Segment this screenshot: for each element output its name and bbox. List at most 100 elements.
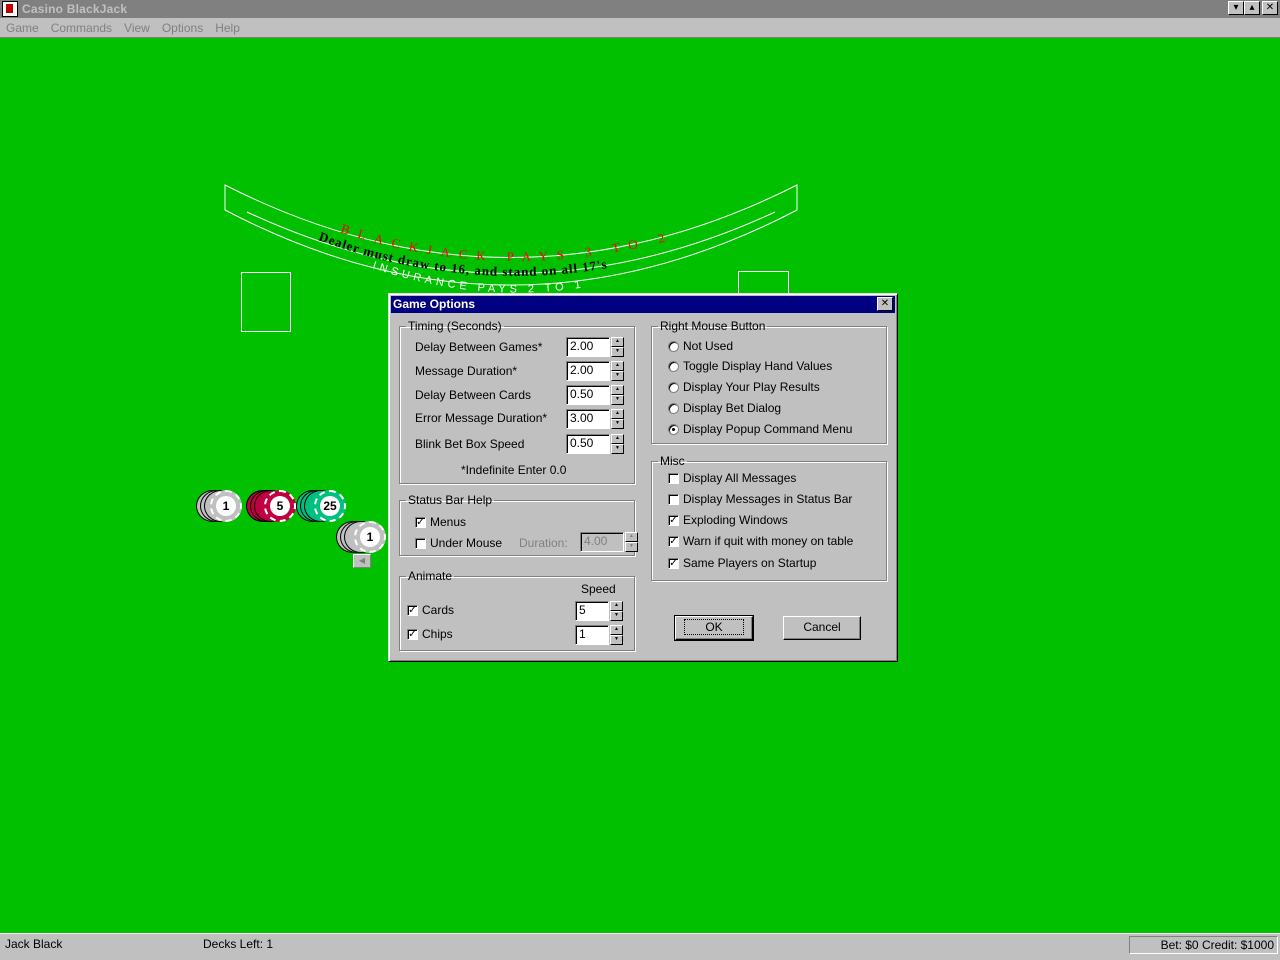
chips-label: Chips xyxy=(422,627,453,641)
minimize-button[interactable]: ▾ xyxy=(1228,1,1244,15)
chip-stack-bet[interactable]: 1 xyxy=(336,521,386,553)
title-bar: Casino BlackJack ▾ ▴ ✕ xyxy=(0,0,1280,18)
menu-help[interactable]: Help xyxy=(209,21,246,35)
menu-commands[interactable]: Commands xyxy=(45,21,118,35)
spin-down-icon[interactable]: ▼ xyxy=(610,635,623,645)
spin-down-icon[interactable]: ▼ xyxy=(611,347,624,357)
misc-display-all-messages[interactable]: Display All Messages xyxy=(668,471,796,485)
chip-stack-5[interactable]: 5 xyxy=(246,490,296,522)
menus-checkbox[interactable]: ✓ xyxy=(415,516,426,528)
under-mouse-checkbox-row[interactable]: Under Mouse xyxy=(415,536,502,550)
radio-popup-command-menu[interactable]: Display Popup Command Menu xyxy=(668,422,852,436)
radio-not-used[interactable]: Not Used xyxy=(668,339,733,353)
spin-up-icon[interactable]: ▲ xyxy=(611,337,624,347)
delay-between-games-spinner[interactable]: 2.00 ▲ ▼ xyxy=(566,337,624,357)
radio-button[interactable] xyxy=(668,381,679,393)
menu-game[interactable]: Game xyxy=(0,21,45,35)
spinner-value[interactable]: 3.00 xyxy=(566,409,610,429)
menus-checkbox-row[interactable]: ✓ Menus xyxy=(415,515,466,529)
spin-up-icon[interactable]: ▲ xyxy=(610,625,623,635)
chip-stack-25[interactable]: 25 xyxy=(296,490,346,522)
chip: 1 xyxy=(210,490,242,522)
dialog-title-bar: Game Options ✕ xyxy=(391,296,895,313)
radio-toggle-hand-values[interactable]: Toggle Display Hand Values xyxy=(668,359,832,373)
spinner-arrows: ▲ ▼ xyxy=(611,434,624,454)
speed-header-text: Speed xyxy=(581,582,616,596)
timing-label-games: Delay Between Games* xyxy=(415,340,542,354)
player-name: Jack Black xyxy=(5,937,63,951)
cancel-label: Cancel xyxy=(803,620,841,634)
chips-speed-spinner[interactable]: 1 ▲ ▼ xyxy=(575,625,623,645)
ok-button[interactable]: OK xyxy=(674,615,754,641)
delay-between-cards-spinner[interactable]: 0.50 ▲ ▼ xyxy=(566,385,624,405)
spinner-value[interactable]: 0.50 xyxy=(566,385,610,405)
spin-down-icon[interactable]: ▼ xyxy=(610,611,623,621)
checkbox[interactable]: ✓ xyxy=(668,557,679,569)
radio-button[interactable] xyxy=(668,360,679,372)
cards-checkbox[interactable]: ✓ xyxy=(407,604,418,616)
menu-view[interactable]: View xyxy=(118,21,156,35)
duration-label-text: Duration: xyxy=(519,536,568,550)
checkbox[interactable] xyxy=(668,472,679,484)
chips-checkbox-row[interactable]: ✓ Chips xyxy=(407,627,453,641)
spinner-value[interactable]: 1 xyxy=(575,625,609,645)
spin-down-icon[interactable]: ▼ xyxy=(611,371,624,381)
spinner-arrows: ▲ ▼ xyxy=(611,361,624,381)
misc-legend: Misc xyxy=(660,454,685,468)
checkbox[interactable]: ✓ xyxy=(668,535,679,547)
spinner-value[interactable]: 5 xyxy=(575,601,609,621)
radio-button[interactable] xyxy=(668,340,679,352)
spin-up-icon[interactable]: ▲ xyxy=(610,601,623,611)
chip-value: 1 xyxy=(216,496,236,516)
radio-label: Display Bet Dialog xyxy=(683,401,782,415)
checkbox-label: Exploding Windows xyxy=(683,513,788,527)
radio-play-results[interactable]: Display Your Play Results xyxy=(668,380,820,394)
radio-label: Toggle Display Hand Values xyxy=(683,359,833,373)
spin-up-icon[interactable]: ▲ xyxy=(611,361,624,371)
chip: 5 xyxy=(264,490,296,522)
misc-exploding-windows[interactable]: ✓ Exploding Windows xyxy=(668,513,788,527)
radio-button[interactable] xyxy=(668,423,679,435)
close-window-button[interactable]: ✕ xyxy=(1262,1,1278,15)
checkbox[interactable]: ✓ xyxy=(668,514,679,526)
radio-bet-dialog[interactable]: Display Bet Dialog xyxy=(668,401,781,415)
chip-stack-1[interactable]: 1 xyxy=(196,490,246,522)
restore-button[interactable]: ▴ xyxy=(1244,1,1260,15)
message-duration-spinner[interactable]: 2.00 ▲ ▼ xyxy=(566,361,624,381)
chips-checkbox[interactable]: ✓ xyxy=(407,628,418,640)
checkbox-label: Display Messages in Status Bar xyxy=(683,492,853,506)
status-duration-spinner: 4.00 ▲ ▼ xyxy=(580,532,638,552)
cards-checkbox-row[interactable]: ✓ Cards xyxy=(407,603,454,617)
spin-down-icon[interactable]: ▼ xyxy=(611,395,624,405)
app-icon[interactable] xyxy=(2,1,18,17)
spin-down-icon[interactable]: ▼ xyxy=(611,444,624,454)
dialog-close-button[interactable]: ✕ xyxy=(877,297,893,311)
status-decks: Decks Left: 1 xyxy=(200,936,1126,954)
timing-note-text: *Indefinite Enter 0.0 xyxy=(461,463,567,477)
under-mouse-checkbox[interactable] xyxy=(415,537,426,549)
cancel-button[interactable]: Cancel xyxy=(783,616,861,640)
timing-label: Error Message Duration* xyxy=(415,411,548,425)
spinner-value[interactable]: 2.00 xyxy=(566,361,610,381)
spinner-value[interactable]: 2.00 xyxy=(566,337,610,357)
timing-legend: Timing (Seconds) xyxy=(408,319,502,333)
radio-button[interactable] xyxy=(668,402,679,414)
misc-warn-quit[interactable]: ✓ Warn if quit with money on table xyxy=(668,534,853,548)
spinner-arrows: ▲ ▼ xyxy=(611,409,624,429)
misc-messages-in-status-bar[interactable]: Display Messages in Status Bar xyxy=(668,492,852,506)
spin-up-icon[interactable]: ▲ xyxy=(611,409,624,419)
blink-bet-box-speed-spinner[interactable]: 0.50 ▲ ▼ xyxy=(566,434,624,454)
menus-label: Menus xyxy=(430,515,467,529)
error-message-duration-spinner[interactable]: 3.00 ▲ ▼ xyxy=(566,409,624,429)
checkbox[interactable] xyxy=(668,493,679,505)
spin-down-icon[interactable]: ▼ xyxy=(611,419,624,429)
spin-up-icon[interactable]: ▲ xyxy=(611,434,624,444)
spinner-value[interactable]: 0.50 xyxy=(566,434,610,454)
bet-arrow-button[interactable]: ◀ xyxy=(353,554,371,568)
deck-box-right xyxy=(738,271,789,295)
misc-same-players[interactable]: ✓ Same Players on Startup xyxy=(668,556,816,570)
bet-credit: Bet: $0 Credit: $1000 xyxy=(1160,938,1274,952)
spin-up-icon[interactable]: ▲ xyxy=(611,385,624,395)
menu-options[interactable]: Options xyxy=(156,21,209,35)
cards-speed-spinner[interactable]: 5 ▲ ▼ xyxy=(575,601,623,621)
